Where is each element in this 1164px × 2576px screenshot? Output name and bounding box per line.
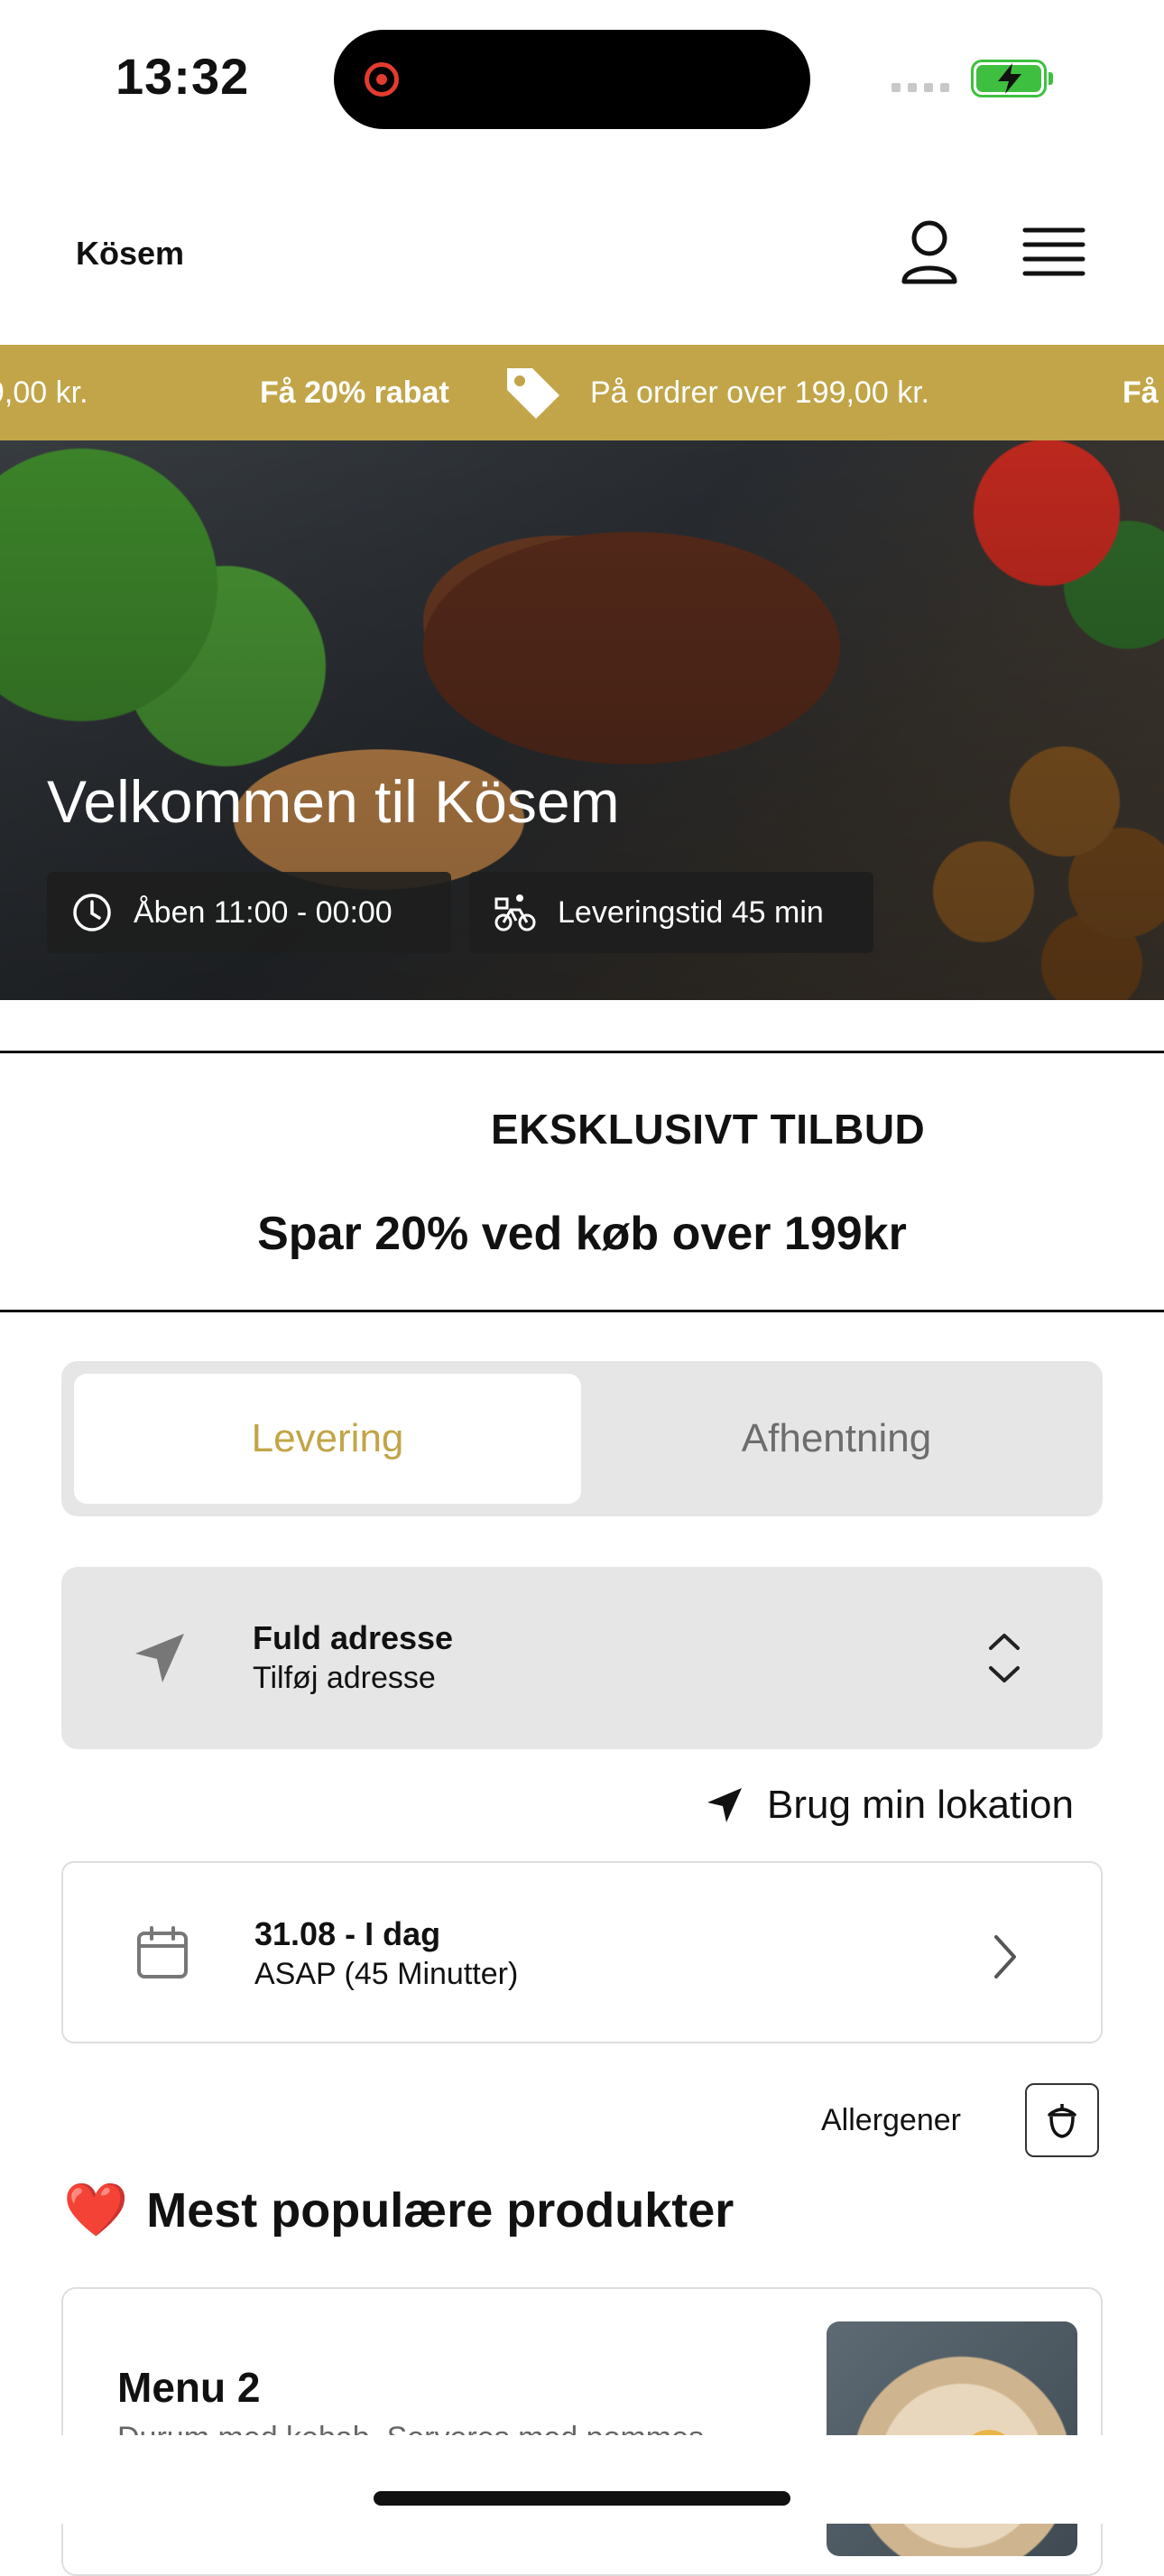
- hero-banner: Velkommen til Kösem Åben 11:00 - 00:00 L…: [0, 440, 1164, 1000]
- use-my-location-button[interactable]: Brug min lokation: [704, 1776, 1101, 1834]
- delivery-date: 31.08 - I dag: [254, 1915, 441, 1952]
- allergens-label[interactable]: Allergener: [821, 2103, 961, 2138]
- bicycle-courier-icon: [494, 894, 536, 931]
- recording-indicator-icon: [365, 62, 399, 97]
- ticker-fragment-right: Få: [1122, 375, 1159, 410]
- acorn-icon: [1048, 2104, 1076, 2138]
- battery-charging-icon: [971, 60, 1053, 97]
- popular-products-heading: Mest populære produkter: [146, 2183, 734, 2238]
- product-card[interactable]: Menu 2 Durum med kebab. Serveres med pom…: [61, 2287, 1103, 2576]
- chevron-right-icon: [994, 1935, 1016, 1978]
- heart-icon: ❤️: [63, 2181, 129, 2239]
- account-button[interactable]: [893, 217, 965, 289]
- hero-title: Velkommen til Kösem: [47, 768, 620, 835]
- promo-ticker: 9,00 kr. Få 20% rabat På ordrer over 199…: [0, 345, 1164, 440]
- address-value: Tilføj adresse: [253, 1661, 436, 1695]
- product-name: Menu 2: [117, 2364, 261, 2411]
- clock-icon: [73, 894, 111, 931]
- allergens-button[interactable]: [1025, 2083, 1099, 2157]
- chevron-up-down-icon: [989, 1634, 1020, 1682]
- address-label: Fuld adresse: [253, 1619, 454, 1656]
- popular-products-header: ❤️ Mest populære produkter: [63, 2179, 734, 2242]
- dynamic-island: [334, 30, 810, 129]
- location-arrow-icon: [707, 1788, 742, 1822]
- bottom-safe-area: [0, 2435, 1164, 2524]
- opening-hours-text: Åben 11:00 - 00:00: [134, 894, 393, 930]
- status-bar: 13:32: [0, 0, 1164, 153]
- order-mode-toggle: Levering Afhentning: [61, 1361, 1103, 1516]
- use-my-location-label: Brug min lokation: [767, 1783, 1074, 1827]
- brand-logo[interactable]: Kösem: [76, 235, 184, 273]
- delivery-time-selector[interactable]: 31.08 - I dag ASAP (45 Minutter): [61, 1861, 1103, 2043]
- ticker-bold-text: Få 20% rabat: [260, 375, 449, 410]
- ticker-text: På ordrer over 199,00 kr.: [590, 375, 930, 410]
- tab-pickup[interactable]: Afhentning: [583, 1374, 1090, 1504]
- home-indicator[interactable]: [374, 2491, 790, 2506]
- calendar-icon: [137, 1926, 188, 1978]
- hamburger-menu-icon: [1022, 227, 1085, 276]
- menu-button[interactable]: [1018, 221, 1090, 284]
- price-tag-icon: [507, 368, 559, 419]
- signal-icon: [891, 83, 949, 92]
- navigation-arrow-icon: [135, 1634, 184, 1682]
- ticker-fragment-left: 9,00 kr.: [0, 375, 88, 410]
- user-icon: [901, 220, 957, 284]
- address-selector[interactable]: Fuld adresse Tilføj adresse: [61, 1567, 1103, 1749]
- opening-hours-chip: Åben 11:00 - 00:00: [47, 872, 451, 953]
- exclusive-offer-banner: EKSKLUSIVT TILBUD Spar 20% ved køb over …: [0, 1051, 1164, 1312]
- offer-subtitle: Spar 20% ved køb over 199kr: [257, 1208, 907, 1260]
- status-time: 13:32: [115, 48, 250, 105]
- delivery-time-text: Leveringstid 45 min: [558, 894, 824, 930]
- delivery-time-value: ASAP (45 Minutter): [254, 1957, 519, 1991]
- tab-delivery[interactable]: Levering: [74, 1374, 581, 1504]
- app-header: Kösem: [0, 190, 1164, 343]
- offer-title: EKSKLUSIVT TILBUD: [491, 1106, 926, 1153]
- delivery-time-chip: Leveringstid 45 min: [469, 872, 873, 953]
